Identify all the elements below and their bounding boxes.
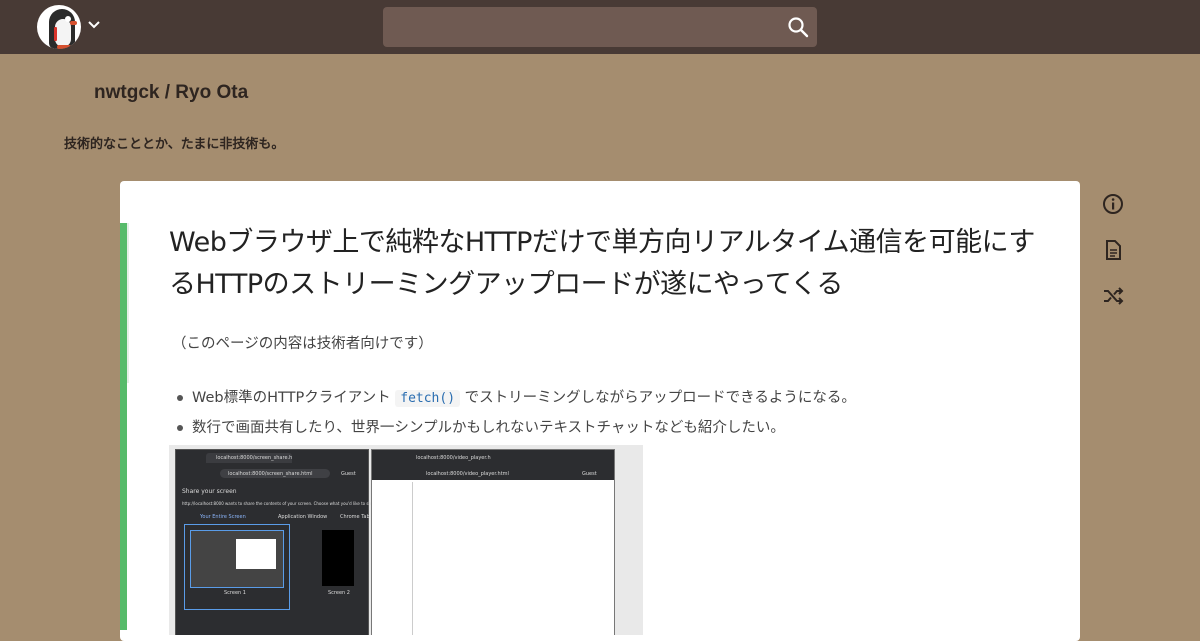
browser-window-left: localhost:8000/screen_share.h localhost:… [175,449,379,635]
blog-description: 技術的なこととか、たまに非技術も。 [64,137,285,152]
list-item: Web標準のHTTPクライアント fetch() でストリーミングしながらアップ… [176,386,856,416]
inline-code: fetch() [395,390,461,407]
screen-label: Screen 2 [328,590,350,596]
document-icon[interactable] [1102,239,1124,261]
accent-line [127,223,129,383]
blog-title[interactable]: nwtgck / Ryo Ota [94,82,248,104]
dialog-text: http://localhost:8000 wants to share the… [182,501,379,506]
screen-thumbnail [322,530,354,586]
chevron-down-icon[interactable] [87,17,101,31]
post-title[interactable]: Webブラウザ上で純粋なHTTPだけで単方向リアルタイム通信を可能にするHTTP… [169,222,1049,306]
accent-bar [120,223,127,328]
top-bar [0,0,1200,54]
list-item-text: 数行で画面共有したり、世界一シンプルかもしれないテキストチャットなども紹介したい… [192,420,785,436]
dialog-title: Share your screen [182,488,237,495]
accent-bar [120,384,127,630]
screen-share-screenshot: localhost:8000/screen_share.h localhost:… [169,445,643,635]
tab-label: localhost:8000/screen_share.h [216,455,293,461]
list-item: 数行で画面共有したり、世界一シンプルかもしれないテキストチャットなども紹介したい… [176,416,856,446]
hatena-blog-penguin-logo[interactable] [37,5,81,49]
search-box[interactable] [383,7,817,47]
summary-list: Web標準のHTTPクライアント fetch() でストリーミングしながらアップ… [176,386,856,446]
url-text: localhost:8000/screen_share.html [228,471,313,477]
list-item-text: でストリーミングしながらアップロードできるようになる。 [464,390,856,406]
tab-label: localhost:8000/video_player.h [416,455,491,461]
dialog-tab: Application Window [278,514,328,520]
bullet-icon [177,395,183,401]
video-area [412,482,613,635]
guest-label: Guest [582,471,597,477]
shuffle-icon[interactable] [1102,285,1124,307]
list-item-text: Web標準のHTTPクライアント [192,390,391,406]
url-text: localhost:8000/video_player.html [426,471,509,477]
bullet-icon [177,425,183,431]
dialog-tab: Chrome Tab [340,514,370,520]
dialog-tab: Your Entire Screen [200,514,246,520]
screen-label: Screen 1 [224,590,246,596]
search-icon[interactable] [787,16,809,38]
post-lead: （このページの内容は技術者向けです） [172,336,433,352]
screen-thumbnail [190,530,284,588]
accent-bar [120,328,127,384]
info-icon[interactable] [1102,193,1124,215]
browser-window-right: localhost:8000/video_player.h localhost:… [371,449,615,635]
guest-label: Guest [341,471,356,477]
